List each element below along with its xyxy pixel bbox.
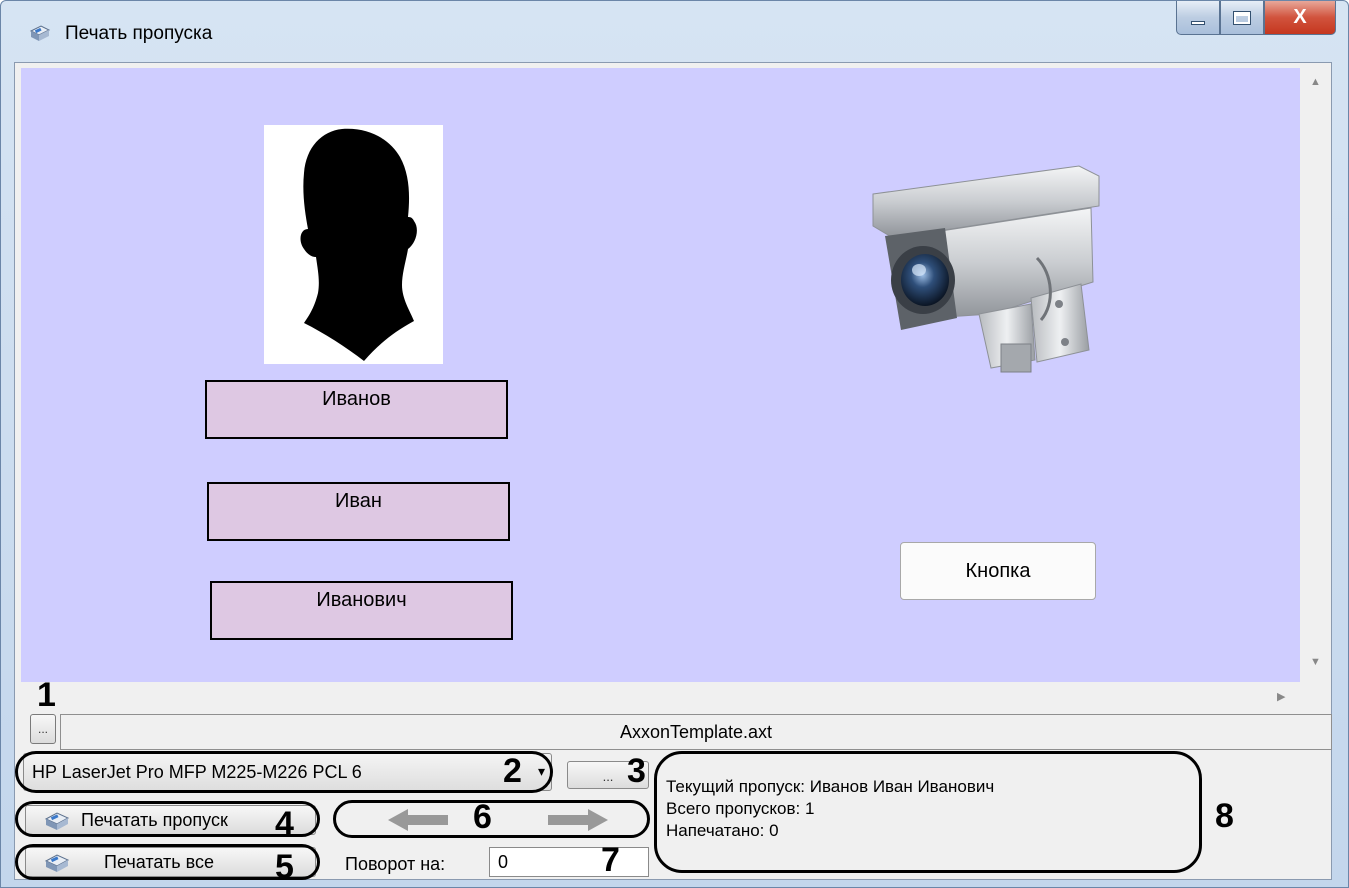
template-file-name: AxxonTemplate.axt <box>60 714 1332 750</box>
silhouette-icon <box>300 128 417 361</box>
print-all-label: Печатать все <box>104 851 214 872</box>
callout-number-7: 7 <box>601 841 620 879</box>
total-passes-text: Всего пропусков: 1 <box>666 799 815 818</box>
vertical-scrollbar[interactable]: ▲ ▼ <box>1300 68 1330 682</box>
maximize-button[interactable] <box>1220 1 1264 35</box>
security-camera-icon <box>872 165 1100 373</box>
print-all-button[interactable]: Печатать все <box>25 847 316 877</box>
printer-icon <box>44 812 70 830</box>
callout-number-2: 2 <box>503 752 522 790</box>
arrow-left-icon[interactable] <box>388 809 448 831</box>
print-pass-button[interactable]: Печатать пропуск <box>25 805 316 835</box>
callout-number-4: 4 <box>275 805 294 843</box>
employee-photo <box>264 125 443 364</box>
client-area: Иванов Иван Иванович Кнопка ▲ ▼ ▶ ... Ax… <box>14 62 1332 884</box>
callout-number-5: 5 <box>275 848 294 886</box>
minimize-button[interactable] <box>1176 1 1220 35</box>
printer-select-value: HP LaserJet Pro MFP M225-M226 PCL 6 <box>32 761 362 782</box>
horizontal-scrollbar[interactable]: ▶ <box>21 682 1330 712</box>
minimize-icon <box>1191 20 1205 25</box>
scroll-up-icon[interactable]: ▲ <box>1310 76 1321 88</box>
print-pass-label: Печатать пропуск <box>81 809 228 830</box>
pass-info-panel: Текущий пропуск: Иванов Иван Иванович Вс… <box>666 776 994 842</box>
custom-button[interactable]: Кнопка <box>900 542 1096 600</box>
pass-preview-canvas: Иванов Иван Иванович Кнопка <box>21 68 1300 682</box>
title-bar: Печать пропуска X <box>1 1 1348 61</box>
chevron-down-icon: ▾ <box>537 763 545 779</box>
first-name-text: Иван <box>335 490 382 512</box>
middle-name-field: Иванович <box>210 581 513 640</box>
current-pass-text: Текущий пропуск: Иванов Иван Иванович <box>666 777 995 796</box>
printer-select[interactable]: HP LaserJet Pro MFP M225-M226 PCL 6 ▾ <box>23 753 552 791</box>
printer-icon <box>44 854 70 872</box>
callout-number-8: 8 <box>1215 797 1234 835</box>
print-pass-window: Печать пропуска X Иванов Иван Иванович К… <box>0 0 1349 888</box>
window-controls: X <box>1176 1 1336 35</box>
rotation-label: Поворот на: <box>345 854 446 874</box>
maximize-icon <box>1233 10 1251 25</box>
last-name-field: Иванов <box>205 380 508 439</box>
close-icon: X <box>1293 6 1307 28</box>
scroll-right-icon[interactable]: ▶ <box>1277 690 1285 703</box>
callout-number-6: 6 <box>473 798 492 836</box>
arrow-right-icon[interactable] <box>548 809 608 831</box>
close-button[interactable]: X <box>1264 1 1336 35</box>
printer-icon <box>29 25 51 41</box>
window-title: Печать пропуска <box>65 23 213 44</box>
callout-number-1: 1 <box>37 676 56 714</box>
middle-name-text: Иванович <box>316 589 407 611</box>
last-name-text: Иванов <box>322 388 391 410</box>
template-browse-button[interactable]: ... <box>30 714 56 744</box>
printed-count-text: Напечатано: 0 <box>666 821 779 840</box>
scroll-down-icon[interactable]: ▼ <box>1310 656 1321 668</box>
rotation-select-value: 0 <box>498 851 509 872</box>
callout-number-3: 3 <box>627 752 646 790</box>
first-name-field: Иван <box>207 482 510 541</box>
rotation-select[interactable]: 0 <box>489 847 649 877</box>
